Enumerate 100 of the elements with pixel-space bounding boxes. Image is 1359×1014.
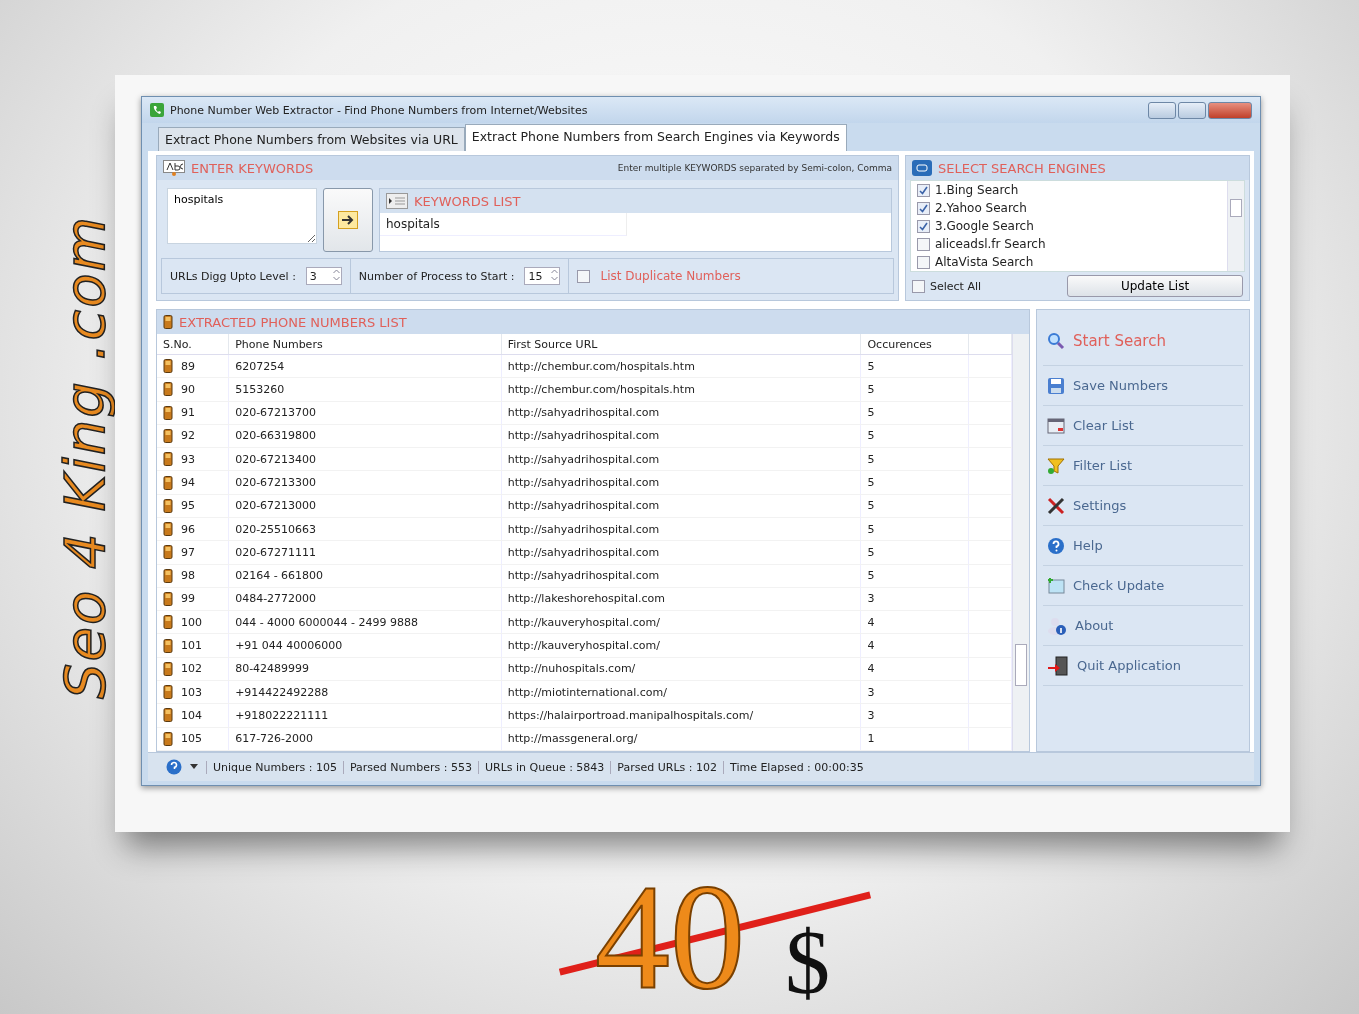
- minimize-button[interactable]: [1148, 101, 1176, 119]
- column-header[interactable]: Phone Numbers: [228, 334, 502, 355]
- action-button[interactable]: Filter List: [1043, 446, 1243, 486]
- table-cell: 98: [181, 569, 195, 583]
- table-cell: 104: [181, 708, 202, 722]
- phone-icon: [163, 708, 173, 723]
- table-cell: 1: [860, 727, 969, 751]
- table-cell: http://chembur.com/hospitals.htm: [501, 354, 861, 378]
- action-button[interactable]: Help: [1043, 526, 1243, 566]
- table-cell: 103: [181, 685, 202, 699]
- checkbox[interactable]: [912, 279, 925, 293]
- phone-icon: [163, 475, 173, 490]
- column-header[interactable]: S.No.: [157, 334, 229, 355]
- checkbox[interactable]: [917, 183, 930, 197]
- table-cell: 617-726-2000: [228, 727, 502, 751]
- tab[interactable]: Extract Phone Numbers from Websites via URL: [158, 127, 465, 151]
- phone-icon: [163, 405, 173, 420]
- action-button[interactable]: Check Update: [1043, 566, 1243, 606]
- action-button[interactable]: About: [1043, 606, 1243, 646]
- section-title: KEYWORDS LIST: [414, 193, 521, 209]
- phone-icon: [163, 638, 173, 653]
- table-cell: 5: [860, 401, 969, 425]
- table-cell: http://lakeshorehospital.com: [501, 587, 861, 611]
- column-header[interactable]: First Source URL: [501, 334, 861, 355]
- phone-icon: [163, 315, 173, 329]
- checkbox[interactable]: [577, 269, 591, 283]
- table-cell: http://sahyadrihospital.com: [501, 470, 861, 495]
- filter-icon: [1047, 456, 1065, 475]
- exit-icon: [1047, 655, 1069, 676]
- engine-label[interactable]: aliceadsl.fr Search: [935, 237, 1046, 251]
- phone-icon: [163, 522, 173, 537]
- phone-icon: [163, 382, 173, 397]
- scrollbar[interactable]: [1227, 181, 1244, 271]
- update-list-button[interactable]: Update List: [1067, 275, 1243, 297]
- table-cell: 020-67213000: [228, 494, 502, 518]
- table-cell: 020-67213300: [228, 470, 502, 495]
- table-cell: 99: [181, 592, 195, 606]
- checkbox[interactable]: [917, 237, 930, 251]
- table-cell: 5: [860, 424, 969, 448]
- table-cell: http://chembur.com/hospitals.htm: [501, 377, 861, 402]
- process-spinner[interactable]: 15: [524, 267, 561, 285]
- table-cell: 020-67213400: [228, 447, 502, 471]
- level-spinner[interactable]: 3: [305, 267, 342, 285]
- hint-text: Enter multiple KEYWORDS separated by Semi-colon, Comma: [617, 163, 892, 173]
- currency-text: $: [785, 918, 830, 1008]
- table-cell: http://sahyadrihospital.com: [501, 401, 861, 425]
- table-cell: 95: [181, 499, 195, 513]
- table-cell: +918022221111: [228, 703, 502, 727]
- table-cell: 5: [860, 564, 969, 588]
- tools-icon: [1047, 496, 1065, 515]
- checkbox[interactable]: [917, 219, 930, 233]
- action-button[interactable]: Save Numbers: [1043, 366, 1243, 406]
- maximize-button[interactable]: [1178, 101, 1206, 119]
- table-cell: 5: [860, 540, 969, 565]
- engine-label[interactable]: AltaVista Search: [935, 255, 1034, 269]
- engine-label[interactable]: 2.Yahoo Search: [935, 201, 1027, 215]
- tab[interactable]: Extract Phone Numbers from Search Engines via Keywords: [464, 124, 847, 151]
- status-item: Parsed URLs : 102: [610, 760, 723, 774]
- table-cell: http://sahyadrihospital.com: [501, 540, 861, 565]
- caret-icon[interactable]: [190, 764, 198, 770]
- action-button[interactable]: Settings: [1043, 486, 1243, 526]
- help-icon: [1047, 536, 1065, 555]
- table-cell: http://sahyadrihospital.com: [501, 447, 861, 471]
- list-icon: [386, 193, 408, 209]
- table-cell: +91 044 40006000: [228, 633, 502, 658]
- engine-label[interactable]: 3.Google Search: [935, 219, 1034, 233]
- engine-label[interactable]: 1.Bing Search: [935, 183, 1019, 197]
- phone-icon: [163, 685, 173, 700]
- table-cell: http://kauveryhospital.com/: [501, 633, 861, 658]
- table-cell: 5: [860, 494, 969, 518]
- table-cell: http://sahyadrihospital.com: [501, 517, 861, 541]
- table-cell: 4: [860, 633, 969, 658]
- action-button[interactable]: Clear List: [1043, 406, 1243, 446]
- add-button[interactable]: [323, 188, 373, 252]
- keyword-item[interactable]: hospitals: [380, 213, 627, 236]
- action-button[interactable]: Quit Application: [1043, 646, 1243, 686]
- window-icon: [1047, 416, 1065, 435]
- section-title: SELECT SEARCH ENGINES: [938, 160, 1106, 176]
- checkbox[interactable]: [917, 201, 930, 215]
- table-cell: 020-66319800: [228, 424, 502, 448]
- table-cell: 4: [860, 657, 969, 681]
- keyword-input[interactable]: hospitals: [167, 188, 317, 244]
- phone-icon: [163, 568, 173, 583]
- scrollbar[interactable]: [1012, 334, 1029, 751]
- user-info-icon: [1047, 615, 1067, 636]
- table-cell: 92: [181, 429, 195, 443]
- checkbox-label: List Duplicate Numbers: [600, 269, 741, 283]
- table-cell: 5: [860, 377, 969, 402]
- column-header[interactable]: Occurences: [860, 334, 969, 355]
- table-cell: 101: [181, 639, 202, 652]
- status-item: Parsed Numbers : 553: [342, 760, 478, 774]
- table-cell: 5: [860, 447, 969, 471]
- phone-icon: [163, 498, 173, 513]
- table-cell: 90: [181, 382, 195, 396]
- table-cell: http://sahyadrihospital.com: [501, 494, 861, 518]
- table-cell: 020-67271111: [228, 540, 502, 565]
- close-button[interactable]: [1208, 101, 1252, 119]
- table-cell: http://sahyadrihospital.com: [501, 424, 861, 448]
- checkbox[interactable]: [917, 255, 930, 269]
- table-cell: 91: [181, 406, 195, 420]
